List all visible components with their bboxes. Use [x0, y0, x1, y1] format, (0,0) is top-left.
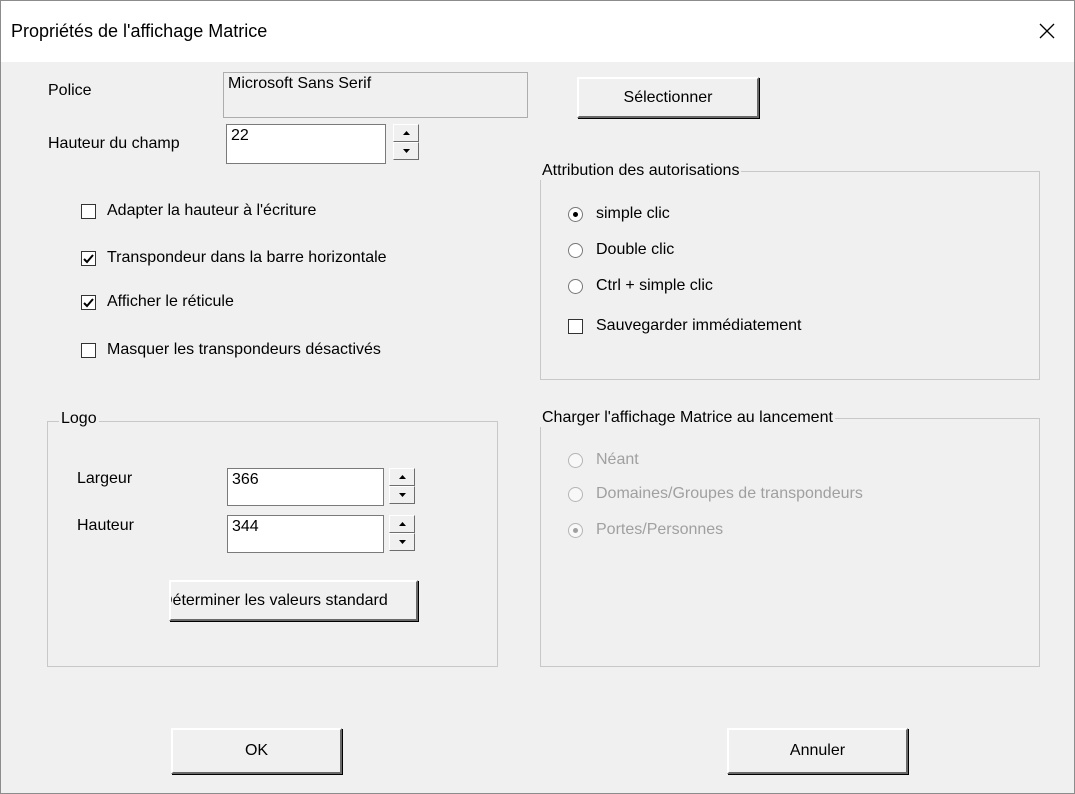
startup-radio	[568, 487, 583, 502]
close-button[interactable]	[1027, 13, 1067, 49]
authorization-radio-label[interactable]: simple clic	[596, 205, 670, 223]
option-label[interactable]: Masquer les transpondeurs désactivés	[107, 341, 381, 359]
logo-height-spinner[interactable]	[389, 515, 415, 551]
radio-selected-dot	[573, 528, 578, 533]
authorization-radio[interactable]	[568, 243, 583, 258]
logo-width-spinner[interactable]	[389, 468, 415, 504]
startup-radio-label: Néant	[596, 451, 639, 468]
startup-group-title: Charger l'affichage Matrice au lancement	[540, 409, 835, 427]
font-label: Police	[48, 82, 92, 99]
ok-button[interactable]: OK	[171, 728, 342, 774]
close-icon	[1039, 23, 1055, 39]
spin-up-button[interactable]	[389, 468, 415, 486]
authorization-radio[interactable]	[568, 279, 583, 294]
arrow-up-icon	[398, 475, 406, 479]
arrow-down-icon	[398, 540, 406, 544]
save-immediately-checkbox[interactable]	[568, 319, 583, 334]
row-height-input[interactable]: 22	[226, 124, 386, 164]
option-checkbox[interactable]	[81, 343, 96, 358]
arrow-up-icon	[402, 131, 410, 135]
option-label[interactable]: Afficher le réticule	[107, 293, 234, 311]
arrow-down-icon	[402, 149, 410, 153]
radio-selected-dot	[573, 212, 578, 217]
spin-up-button[interactable]	[389, 515, 415, 533]
checkmark-icon	[83, 297, 94, 307]
spin-up-button[interactable]	[393, 124, 419, 142]
option-checkbox[interactable]	[81, 295, 96, 310]
logo-height-label: Hauteur	[77, 517, 134, 534]
startup-radio-label: Domaines/Groupes de transpondeurs	[596, 485, 863, 502]
set-default-values-label: Déterminer les valeurs standard	[169, 591, 388, 609]
checkmark-icon	[83, 253, 94, 263]
logo-group-title: Logo	[59, 410, 99, 428]
logo-width-input[interactable]: 366	[227, 468, 384, 506]
title-bar: Propriétés de l'affichage Matrice	[1, 1, 1074, 62]
row-height-label: Hauteur du champ	[48, 135, 180, 152]
authorization-group-title: Attribution des autorisations	[540, 162, 742, 180]
authorization-group	[540, 171, 1040, 380]
window-title: Propriétés de l'affichage Matrice	[11, 21, 268, 41]
authorization-radio[interactable]	[568, 207, 583, 222]
logo-height-input[interactable]: 344	[227, 515, 384, 553]
authorization-radio-label[interactable]: Ctrl + simple clic	[596, 277, 713, 295]
arrow-down-icon	[398, 493, 406, 497]
row-height-spinner[interactable]	[393, 124, 419, 160]
arrow-up-icon	[398, 522, 406, 526]
authorization-radio-label[interactable]: Double clic	[596, 241, 674, 259]
startup-radio	[568, 453, 583, 468]
spin-down-button[interactable]	[393, 142, 419, 160]
cancel-button[interactable]: Annuler	[727, 728, 908, 774]
option-checkbox[interactable]	[81, 251, 96, 266]
startup-radio-label: Portes/Personnes	[596, 521, 724, 538]
option-label[interactable]: Adapter la hauteur à l'écriture	[107, 202, 316, 220]
dialog-window: Propriétés de l'affichage Matrice Police…	[0, 0, 1075, 794]
save-immediately-label[interactable]: Sauvegarder immédiatement	[596, 317, 801, 335]
set-default-values-button[interactable]: Déterminer les valeurs standard	[169, 580, 418, 621]
startup-radio	[568, 523, 583, 538]
spin-down-button[interactable]	[389, 486, 415, 504]
spin-down-button[interactable]	[389, 533, 415, 551]
logo-width-label: Largeur	[77, 470, 133, 487]
select-font-button[interactable]: Sélectionner	[577, 77, 759, 118]
font-name-field: Microsoft Sans Serif	[223, 72, 528, 118]
option-checkbox[interactable]	[81, 204, 96, 219]
option-label[interactable]: Transpondeur dans la barre horizontale	[107, 249, 387, 267]
